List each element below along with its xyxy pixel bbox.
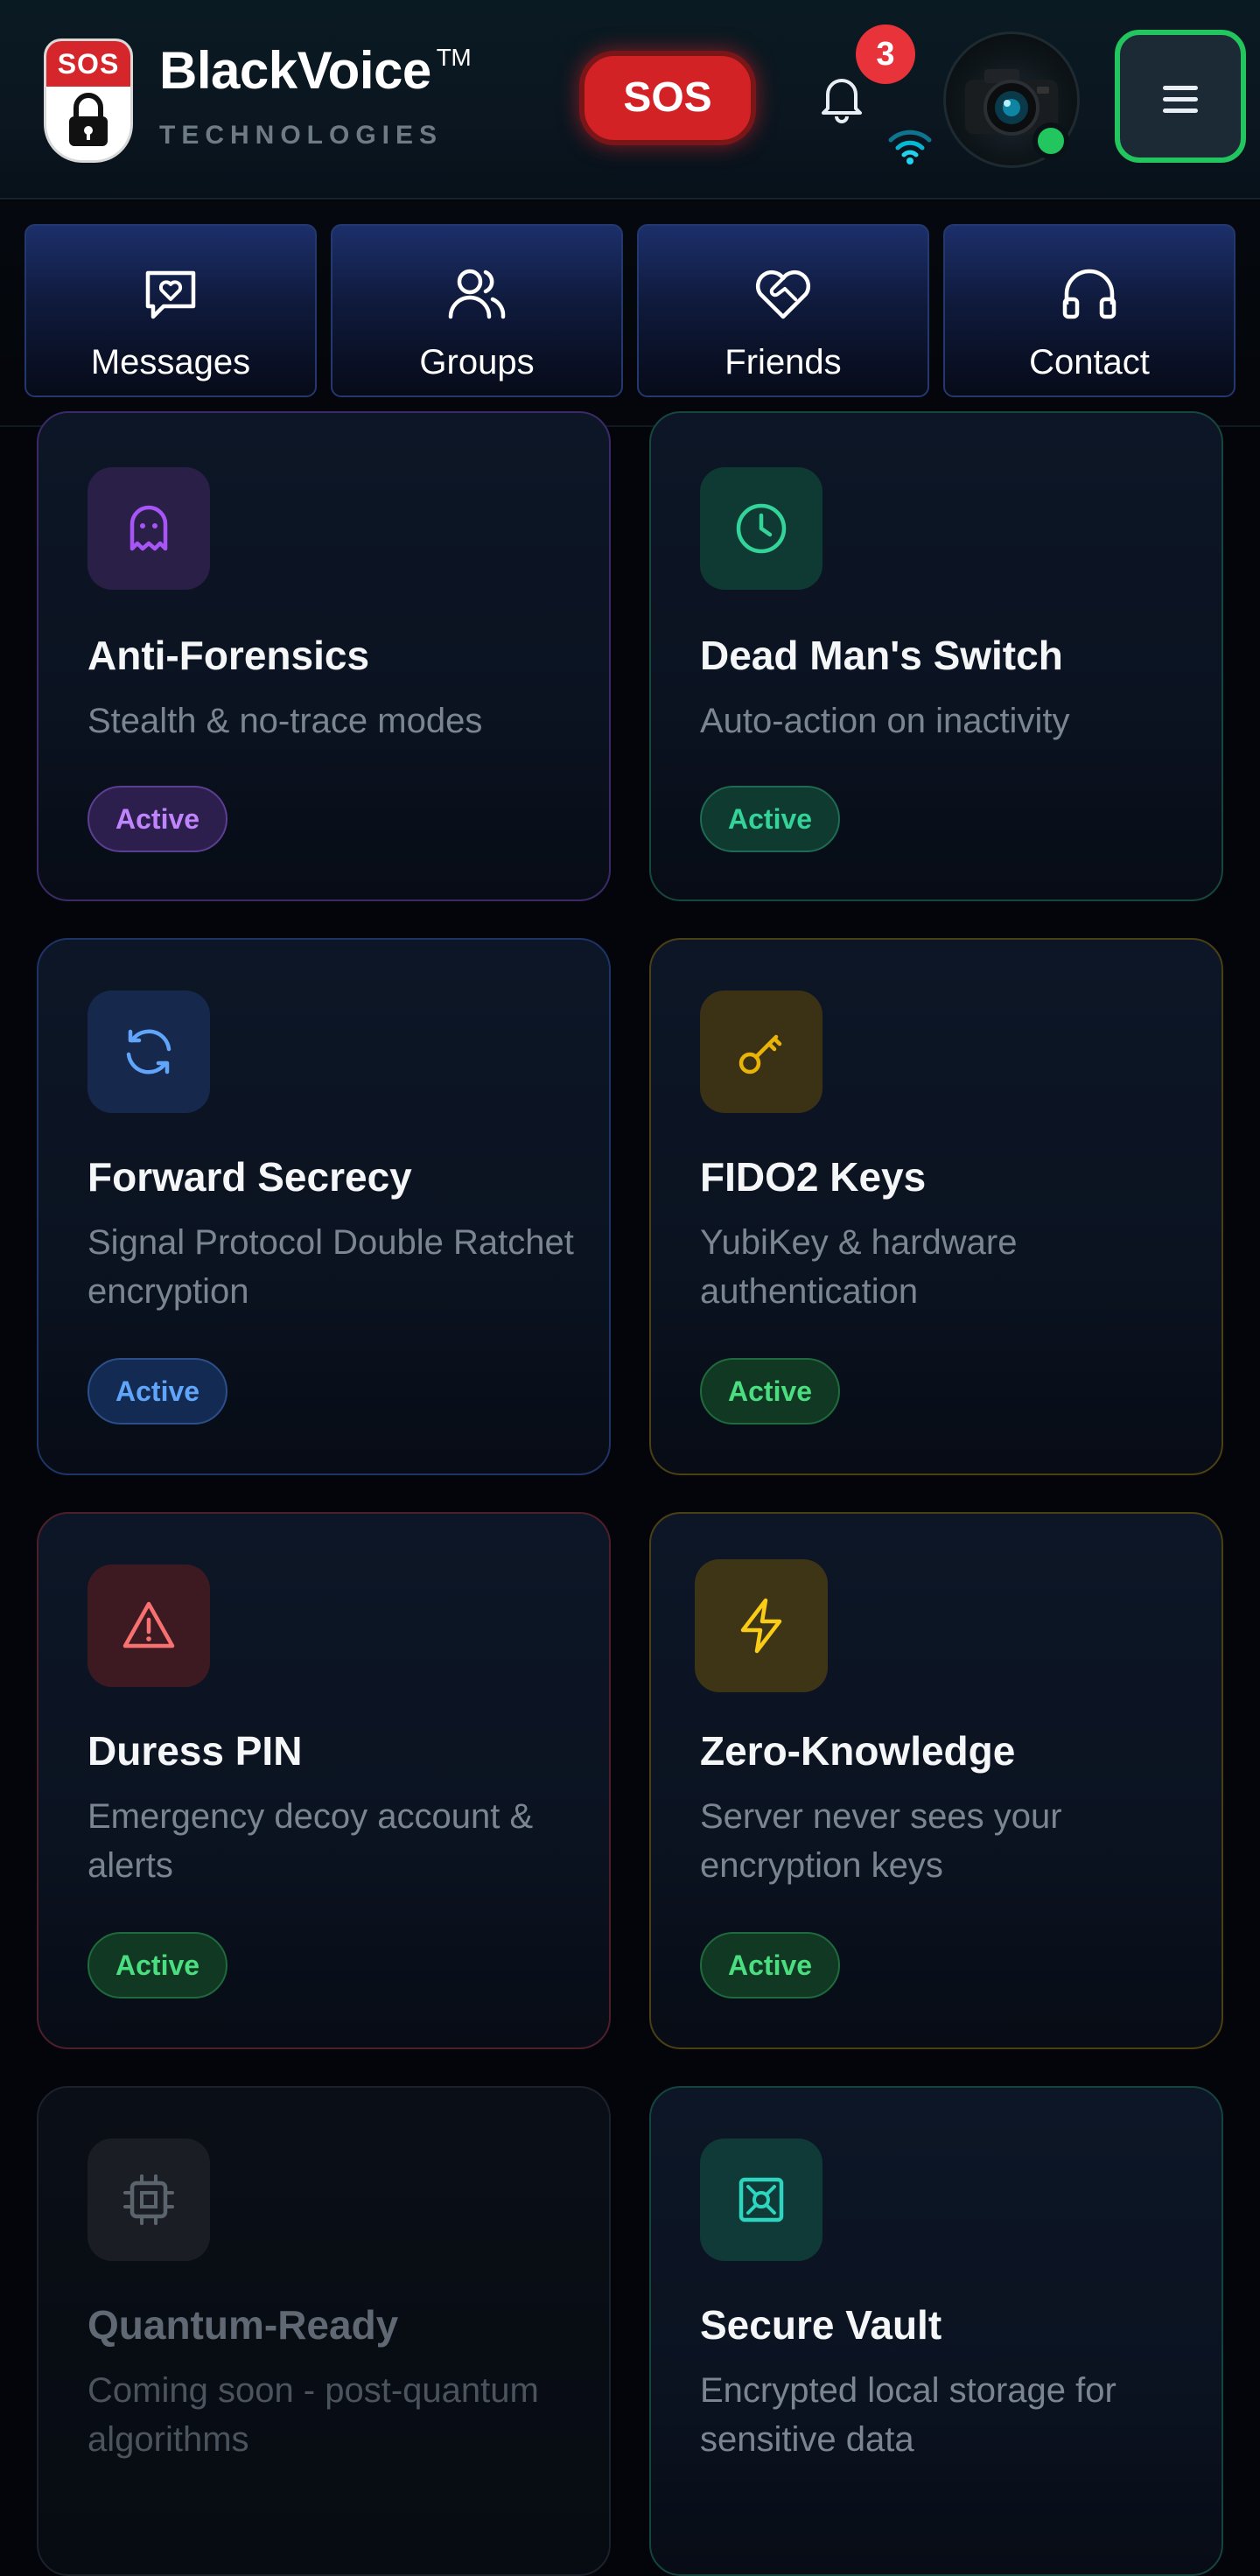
feature-title: Quantum-Ready (88, 2302, 399, 2348)
feature-card-secure-vault[interactable]: Secure Vault Encrypted local storage for… (649, 2086, 1223, 2576)
lock-icon (62, 90, 115, 151)
heart-handshake-icon (752, 262, 815, 326)
nav-groups-label: Groups (419, 343, 535, 382)
quick-nav: Messages Groups Friends Contact (0, 201, 1260, 427)
feature-description: Encrypted local storage for sensitive da… (700, 2371, 1116, 2459)
brand-subtitle: TECHNOLOGIES (159, 121, 444, 150)
nav-messages-label: Messages (90, 343, 251, 382)
feature-card-anti-forensics[interactable]: Anti-Forensics Stealth & no-trace modes … (37, 411, 611, 901)
zap-icon (695, 1559, 828, 1692)
feature-title: Zero-Knowledge (700, 1728, 1016, 1774)
notification-badge: 3 (856, 24, 915, 84)
app-header: SOS BlackVoice TM TECHNOLOGIES SOS 3 (0, 0, 1260, 200)
status-badge: Active (88, 1932, 228, 1998)
alert-triangle-icon (88, 1564, 210, 1687)
nav-friends-label: Friends (724, 343, 842, 382)
clock-icon (700, 467, 822, 590)
feature-description: Signal Protocol Double Ratchet encryptio… (88, 1223, 574, 1311)
nav-friends-button[interactable]: Friends (637, 224, 929, 397)
feature-card-fido2-keys[interactable]: FIDO2 Keys YubiKey & hardware authentica… (649, 938, 1223, 1475)
trademark: TM (436, 44, 472, 71)
message-heart-icon (139, 262, 202, 326)
bell-icon[interactable] (814, 70, 870, 126)
nav-messages-button[interactable]: Messages (24, 224, 317, 397)
feature-title: FIDO2 Keys (700, 1154, 927, 1200)
wifi-icon (886, 126, 934, 166)
users-icon (445, 262, 508, 326)
logo-sos-text: SOS (46, 41, 130, 87)
status-badge: Active (700, 786, 841, 852)
feature-description: Emergency decoy account & alerts (88, 1797, 534, 1885)
feature-title: Forward Secrecy (88, 1154, 412, 1200)
app-logo: SOS (44, 38, 133, 163)
feature-title: Dead Man's Switch (700, 633, 1063, 678)
feature-description: Auto-action on inactivity (700, 702, 1070, 740)
feature-card-duress-pin[interactable]: Duress PIN Emergency decoy account & ale… (37, 1512, 611, 2049)
feature-card-quantum-ready[interactable]: Quantum-Ready Coming soon - post-quantum… (37, 2086, 611, 2576)
vault-icon (700, 2138, 822, 2261)
feature-description: Stealth & no-trace modes (88, 702, 483, 740)
feature-title: Duress PIN (88, 1728, 303, 1774)
feature-card-dead-mans-switch[interactable]: Dead Man's Switch Auto-action on inactiv… (649, 411, 1223, 901)
brand-name: BlackVoice TM (159, 41, 472, 100)
status-badge: Active (700, 1932, 841, 1998)
feature-card-zero-knowledge[interactable]: Zero-Knowledge Server never sees your en… (649, 1512, 1223, 2049)
ghost-icon (88, 467, 210, 590)
feature-title: Anti-Forensics (88, 633, 370, 678)
key-icon (700, 990, 822, 1113)
nav-contact-button[interactable]: Contact (943, 224, 1236, 397)
menu-button[interactable] (1115, 30, 1246, 163)
feature-title: Secure Vault (700, 2302, 942, 2348)
feature-card-forward-secrecy[interactable]: Forward Secrecy Signal Protocol Double R… (37, 938, 611, 1475)
online-status-dot (1032, 122, 1069, 159)
feature-description: YubiKey & hardware authentication (700, 1223, 1018, 1311)
nav-groups-button[interactable]: Groups (331, 224, 623, 397)
feature-description: Server never sees your encryption keys (700, 1797, 1062, 1885)
status-badge: Active (700, 1358, 841, 1424)
nav-contact-label: Contact (1029, 343, 1150, 382)
cpu-icon (88, 2138, 210, 2261)
headphones-icon (1058, 262, 1121, 326)
status-badge: Active (88, 786, 228, 852)
sos-button[interactable]: SOS (579, 51, 756, 145)
refresh-icon (88, 990, 210, 1113)
feature-description: Coming soon - post-quantum algorithms (88, 2371, 539, 2459)
status-badge: Active (88, 1358, 228, 1424)
